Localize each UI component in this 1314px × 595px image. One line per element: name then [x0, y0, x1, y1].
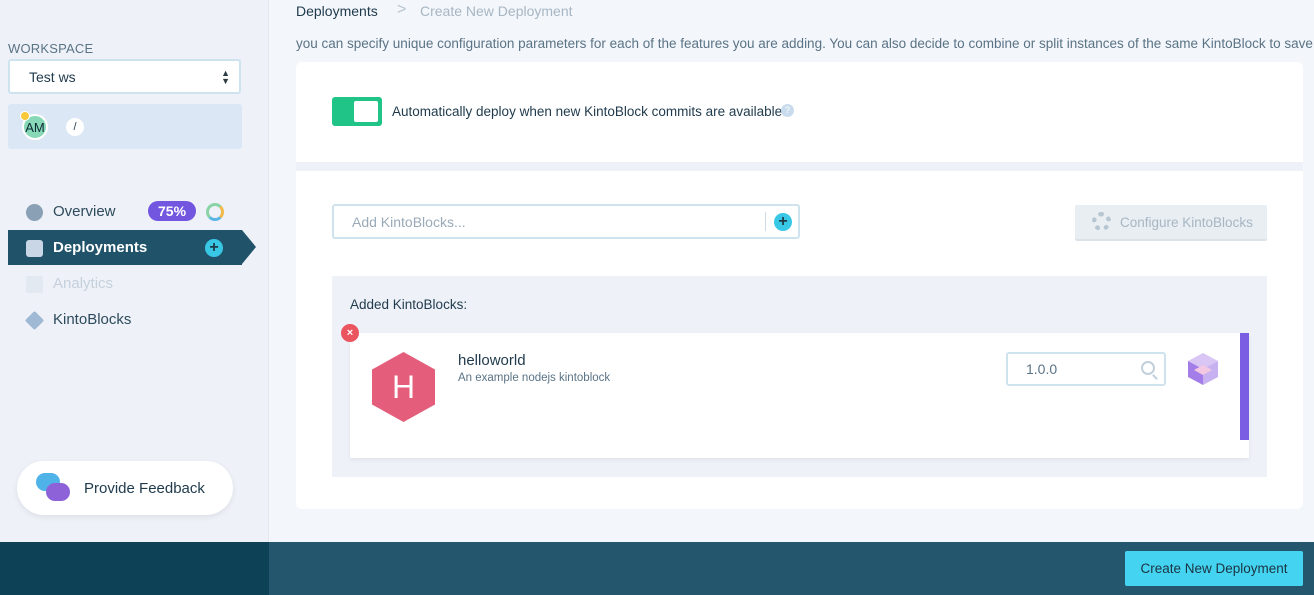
gear-icon: [1092, 212, 1111, 231]
configure-label: Configure KintoBlocks: [1120, 214, 1253, 230]
deployment-panel: Automatically deploy when new KintoBlock…: [296, 62, 1303, 509]
sidebar-item-overview[interactable]: Overview 75%: [8, 194, 242, 229]
input-separator: [765, 212, 766, 231]
sidebar-item-label: Deployments: [53, 239, 148, 256]
kintoblocks-icon: [24, 310, 45, 331]
create-new-deployment-button[interactable]: Create New Deployment: [1125, 551, 1303, 586]
breadcrumb-separator-icon: >: [397, 1, 407, 18]
help-icon[interactable]: ?: [781, 104, 794, 117]
sidebar-item-label: KintoBlocks: [53, 311, 132, 328]
sidebar-item-deployments[interactable]: Deployments +: [8, 230, 256, 265]
sidebar-item-analytics[interactable]: Analytics: [8, 266, 242, 301]
toggle-knob: [354, 101, 378, 122]
configure-kintoblocks-button[interactable]: Configure KintoBlocks: [1075, 205, 1267, 239]
owner-star-icon: [20, 111, 30, 121]
auto-deploy-toggle[interactable]: [332, 97, 382, 126]
feedback-label: Provide Feedback: [84, 479, 205, 497]
deployments-icon: [26, 240, 43, 257]
kintoblock-name[interactable]: helloworld: [458, 352, 526, 369]
provide-feedback-button[interactable]: Provide Feedback: [17, 461, 233, 515]
add-kintoblocks-input[interactable]: Add KintoBlocks... +: [332, 204, 800, 239]
kintoblock-logo-icon: H: [372, 352, 435, 422]
cube-icon: [1188, 353, 1218, 385]
remove-icon[interactable]: ×: [341, 324, 359, 342]
added-kintoblocks-title: Added KintoBlocks:: [350, 297, 468, 312]
add-icon[interactable]: +: [774, 213, 792, 231]
workspace-members: AM /: [8, 104, 242, 149]
auto-deploy-label: Automatically deploy when new KintoBlock…: [392, 104, 783, 119]
analytics-icon: [26, 276, 43, 293]
breadcrumb-current: Create New Deployment: [420, 3, 573, 19]
search-icon: [1141, 361, 1155, 375]
sidebar: WORKSPACE Test ws ▲ ▼ AM / Overview 75% D…: [0, 0, 269, 542]
progress-ring-icon: [206, 203, 224, 221]
edit-members-button[interactable]: /: [66, 118, 84, 136]
kintoblock-description: An example nodejs kintoblock: [458, 372, 611, 384]
added-kintoblocks-section: Added KintoBlocks: × H helloworld An exa…: [332, 276, 1267, 477]
kintoblock-accent-bar: [1240, 333, 1249, 440]
footer-left: [0, 542, 269, 595]
section-divider: [296, 162, 1303, 171]
kintoblock-card: × H helloworld An example nodejs kintobl…: [341, 324, 1249, 458]
workspace-select-value: Test ws: [29, 68, 76, 85]
sidebar-item-label: Analytics: [53, 275, 114, 292]
page-description: you can specify unique configuration par…: [296, 36, 1314, 51]
version-input[interactable]: 1.0.0: [1006, 352, 1166, 386]
sidebar-item-kintoblocks[interactable]: KintoBlocks: [8, 302, 242, 337]
overview-icon: [26, 204, 43, 221]
progress-badge: 75%: [148, 201, 197, 221]
breadcrumb-deployments[interactable]: Deployments: [296, 3, 378, 19]
chat-bubbles-icon: [36, 473, 72, 505]
add-kintoblocks-placeholder: Add KintoBlocks...: [352, 213, 466, 230]
select-arrows-icon: ▲ ▼: [221, 68, 230, 86]
edit-icon: /: [73, 121, 77, 133]
workspace-label: WORKSPACE: [8, 41, 94, 56]
sidebar-item-label: Overview: [53, 203, 116, 220]
add-deployment-icon[interactable]: +: [205, 239, 223, 257]
version-value: 1.0.0: [1026, 361, 1058, 377]
workspace-select[interactable]: Test ws ▲ ▼: [8, 59, 241, 94]
